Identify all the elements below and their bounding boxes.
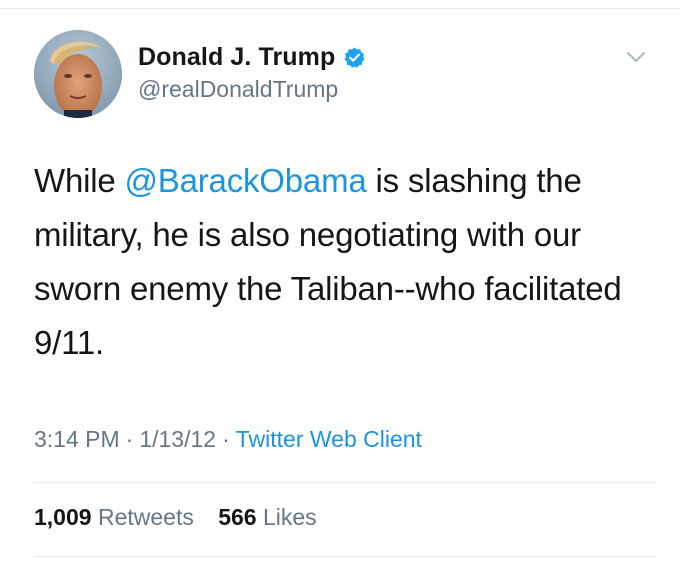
meta-separator: · (222, 426, 230, 452)
user-handle[interactable]: @realDonaldTrump (138, 76, 366, 103)
display-name-row: Donald J. Trump (138, 42, 366, 72)
verified-badge-icon (344, 46, 365, 68)
tweet-text-before: While (34, 162, 125, 199)
tweet-time[interactable]: 3:14 PM (34, 426, 120, 452)
stats-divider-top (34, 482, 656, 483)
user-names: Donald J. Trump @realDonaldTrump (138, 42, 366, 103)
avatar[interactable] (34, 30, 122, 118)
mention-link[interactable]: @BarackObama (125, 162, 367, 199)
likes-stat[interactable]: 566 Likes (218, 504, 316, 530)
stats-divider-bottom (34, 556, 656, 557)
chevron-down-icon[interactable] (626, 50, 646, 64)
top-divider (0, 8, 680, 9)
tweet-stats: 1,009 Retweets 566 Likes (34, 504, 335, 531)
retweets-stat[interactable]: 1,009 Retweets (34, 504, 194, 530)
tweet-date[interactable]: 1/13/12 (139, 426, 216, 452)
tweet-meta: 3:14 PM · 1/13/12 · Twitter Web Client (34, 426, 422, 453)
tweet-source-link[interactable]: Twitter Web Client (236, 426, 422, 452)
tweet-text: While @BarackObama is slashing the milit… (34, 154, 644, 370)
likes-count: 566 (218, 504, 257, 530)
retweets-count: 1,009 (34, 504, 92, 530)
retweets-label: Retweets (97, 504, 194, 530)
likes-label: Likes (262, 504, 317, 530)
tweet-header: Donald J. Trump @realDonaldTrump (34, 30, 664, 122)
meta-separator: · (125, 426, 134, 452)
avatar-image (34, 30, 122, 118)
display-name[interactable]: Donald J. Trump (138, 43, 335, 72)
